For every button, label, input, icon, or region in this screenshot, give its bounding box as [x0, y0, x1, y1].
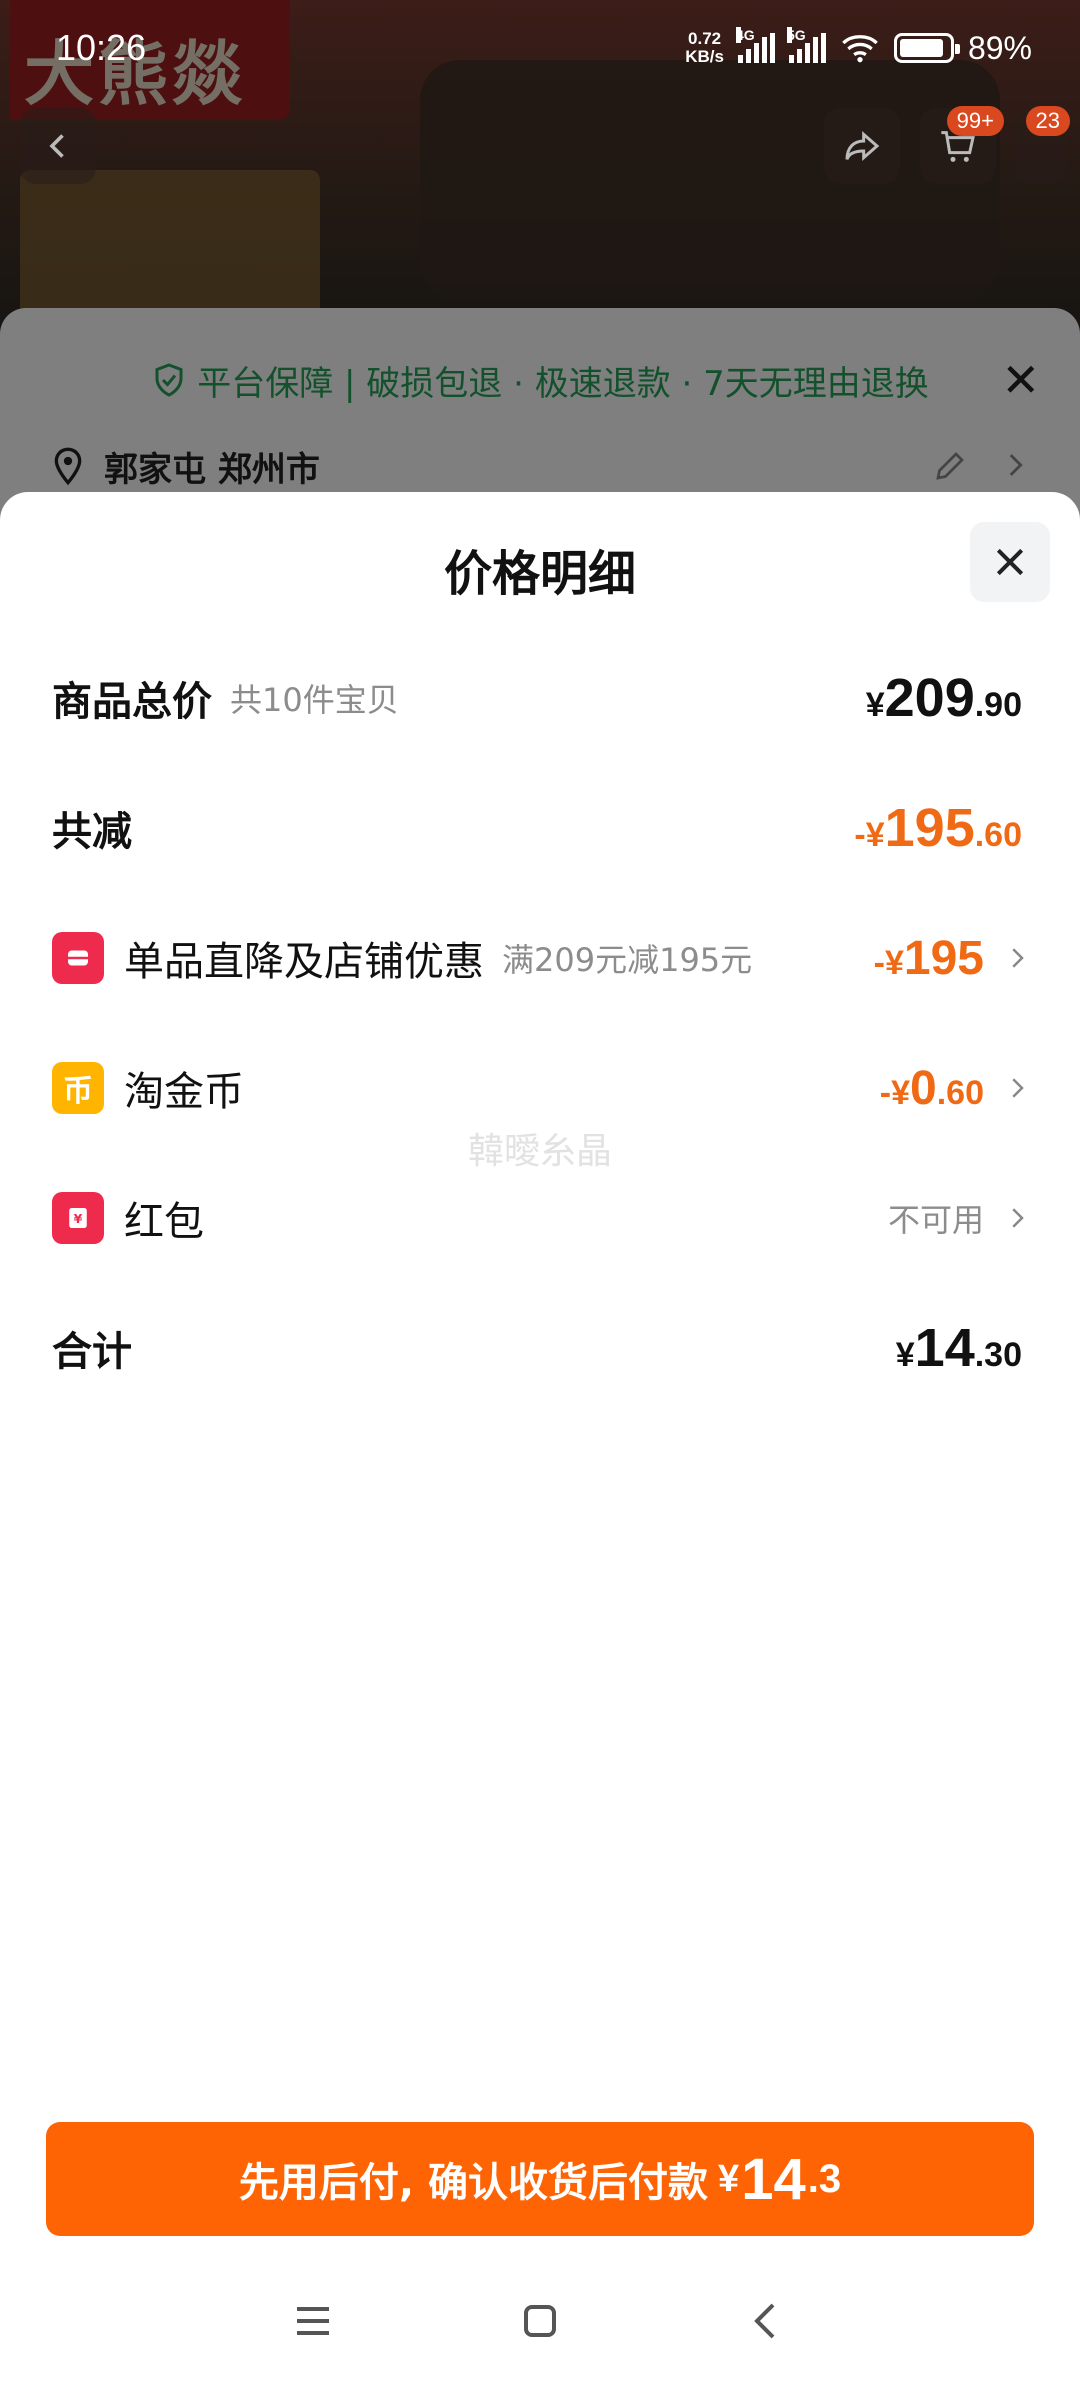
chevron-right-icon: [1012, 948, 1024, 968]
chevron-right-icon: [1012, 1208, 1024, 1228]
total-discount-row: 共减 -¥ 195.60: [52, 788, 1022, 868]
cart-badge: 99+: [946, 106, 1004, 136]
goods-total-value: ¥209.90: [866, 667, 1022, 729]
total-discount-integer: 195: [884, 798, 975, 858]
network-speed: 0.72 KB/s: [685, 30, 724, 66]
pay-button-integer: 14: [741, 2146, 806, 2212]
signal-4g-icon: 4G: [735, 27, 775, 63]
share-button[interactable]: [824, 108, 900, 184]
system-navigation-bar: [0, 2266, 1080, 2376]
total-discount-label: 共减: [52, 809, 132, 855]
store-discount-row[interactable]: 单品直降及店铺优惠 满209元减195元 -¥ 195: [52, 918, 1032, 998]
back-button[interactable]: [20, 108, 96, 184]
goods-total-label: 商品总价: [52, 679, 212, 725]
pay-button-decimal: .3: [807, 2156, 842, 2201]
goods-total-currency: ¥: [865, 686, 885, 724]
price-detail-sheet: 价格明细 商品总价 共10件宝贝 ¥209.90 共减 -¥ 195.60 单品直…: [0, 492, 1080, 2400]
store-discount-label: 单品直降及店铺优惠: [124, 939, 484, 985]
coin-discount-value: -¥ 0.60: [880, 1061, 984, 1116]
coin-icon: 币: [52, 1062, 104, 1114]
total-discount-value: -¥ 195.60: [854, 797, 1022, 859]
coin-discount-decimal: .60: [936, 1073, 984, 1112]
store-discount-rule: 满209元减195元: [502, 941, 753, 979]
message-button[interactable]: 23: [1016, 106, 1070, 184]
svg-text:¥: ¥: [74, 1211, 83, 1226]
goods-total-integer: 209: [884, 668, 975, 728]
chevron-right-icon: [1012, 1078, 1024, 1098]
sheet-title: 价格明细: [443, 546, 636, 602]
red-packet-status: 不可用: [887, 1201, 984, 1239]
message-badge: 23: [1025, 106, 1070, 136]
grand-total-label: 合计: [52, 1329, 132, 1375]
close-icon: [996, 548, 1024, 576]
top-navigation: 99+ 23: [20, 106, 1070, 188]
network-speed-value: 0.72: [688, 29, 722, 48]
store-discount-integer: 195: [903, 931, 984, 985]
red-packet-icon: ¥: [52, 1192, 104, 1244]
home-icon[interactable]: [516, 2297, 564, 2345]
close-sheet-button[interactable]: [970, 522, 1050, 602]
store-discount-currency: -¥: [873, 943, 904, 982]
red-packet-label: 红包: [124, 1199, 204, 1245]
pay-button-label: 先用后付, 确认收货后付款: [238, 2160, 709, 2206]
signal-5g-label: 5G: [786, 27, 806, 43]
signal-4g-label: 4G: [735, 27, 755, 43]
grand-total-decimal: .30: [974, 1336, 1022, 1374]
battery-icon: [893, 33, 960, 63]
share-icon: [845, 131, 880, 161]
goods-count: 共10件宝贝: [230, 681, 399, 719]
coin-discount-currency: -¥: [879, 1073, 911, 1112]
coin-discount-integer: 0: [910, 1061, 937, 1115]
grand-total-value: ¥14.30: [896, 1317, 1022, 1379]
status-time: 10:26: [56, 27, 147, 68]
pay-later-button[interactable]: 先用后付, 确认收货后付款 ¥14.3: [46, 2122, 1034, 2236]
network-speed-unit: KB/s: [685, 47, 724, 66]
battery-percent: 89%: [967, 29, 1032, 66]
watermark-text: 韓曖糸晶: [467, 1131, 612, 1172]
total-discount-decimal: .60: [974, 816, 1022, 854]
red-packet-row[interactable]: ¥ 红包 不可用: [52, 1178, 1032, 1258]
pay-button-currency: ¥: [718, 2157, 740, 2200]
cart-button[interactable]: 99+: [920, 106, 1004, 184]
total-discount-currency: -¥: [854, 816, 885, 854]
coin-discount-row[interactable]: 币 淘金币 -¥ 0.60: [52, 1048, 1032, 1128]
store-discount-value: -¥ 195: [874, 931, 984, 986]
goods-total-row: 商品总价 共10件宝贝 ¥209.90: [52, 658, 1022, 738]
menu-icon[interactable]: [289, 2297, 337, 2345]
status-bar: 10:26 0.72 KB/s 4G 5G 89%: [0, 0, 1080, 96]
grand-total-integer: 14: [914, 1318, 975, 1378]
store-coupon-icon: [52, 932, 104, 984]
coin-label: 淘金币: [124, 1069, 244, 1115]
signal-5g-icon: 5G: [786, 27, 826, 63]
chevron-left-icon: [49, 134, 64, 158]
grand-total-currency: ¥: [895, 1336, 915, 1374]
wifi-icon: [842, 35, 878, 63]
goods-total-decimal: .90: [974, 686, 1022, 724]
grand-total-row: 合计 ¥14.30: [52, 1308, 1022, 1388]
back-icon[interactable]: [743, 2297, 791, 2345]
